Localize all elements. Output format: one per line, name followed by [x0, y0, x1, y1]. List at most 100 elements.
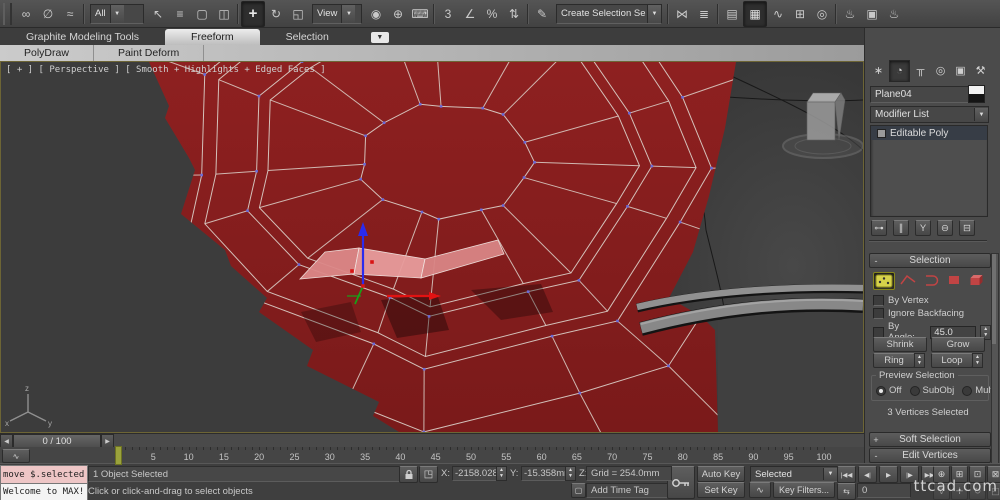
angle-snap-icon[interactable]: ∠: [459, 2, 481, 26]
spinner-snap-icon[interactable]: ⇅: [503, 2, 525, 26]
ring-button[interactable]: Ring: [873, 353, 915, 368]
keyboard-shortcut-override-icon[interactable]: ⌨: [409, 2, 431, 26]
shrink-button[interactable]: Shrink: [873, 337, 927, 352]
polygon-mode-icon[interactable]: [944, 272, 964, 288]
absolute-offset-toggle[interactable]: ◳: [419, 466, 438, 483]
panel-paint-deform[interactable]: Paint Deform: [94, 45, 205, 61]
key-filters-button[interactable]: Key Filters...: [773, 482, 835, 498]
key-mode-toggle[interactable]: ⇆: [837, 483, 856, 500]
track-bar[interactable]: 0510152025303540455055606570758085909510…: [0, 447, 864, 464]
viewport-canvas[interactable]: x y z: [1, 62, 863, 432]
next-frame-arrow-icon[interactable]: ▶: [101, 434, 114, 448]
preview-option-off[interactable]: Off: [876, 385, 902, 396]
maxscript-listener-input[interactable]: move $.selected: [0, 465, 88, 484]
selected-vertex[interactable]: [350, 269, 354, 273]
unlink-selection-icon[interactable]: ∅: [37, 2, 59, 26]
selection-filter-dropdown[interactable]: All ▼: [90, 3, 144, 24]
loop-button[interactable]: Loop: [931, 353, 973, 368]
tab-graphite-modeling-tools[interactable]: Graphite Modeling Tools: [0, 29, 165, 45]
rectangular-selection-region-icon[interactable]: ▢: [191, 2, 213, 26]
radio-icon[interactable]: [909, 385, 920, 396]
perspective-viewport[interactable]: x y z [ + ] [ Perspective ] [ Smooth + Hig…: [0, 61, 864, 433]
border-mode-icon[interactable]: [921, 272, 941, 288]
ribbon-minimize-icon[interactable]: ▼: [370, 32, 389, 43]
select-and-scale-icon[interactable]: ◱: [287, 2, 309, 26]
selected-vertex[interactable]: [361, 284, 365, 288]
align-icon[interactable]: ≣: [693, 2, 715, 26]
layer-manager-icon[interactable]: ▤: [721, 2, 743, 26]
pin-stack-icon[interactable]: ⊶: [871, 220, 887, 236]
rollout-soft-selection[interactable]: + Soft Selection: [869, 432, 991, 447]
go-to-start-button[interactable]: |◀◀: [837, 466, 856, 483]
select-and-manipulate-icon[interactable]: ⊕: [387, 2, 409, 26]
material-editor-icon[interactable]: ◎: [811, 2, 833, 26]
panel-polydraw[interactable]: PolyDraw: [0, 45, 94, 61]
by-vertex-checkbox[interactable]: [873, 295, 884, 306]
percent-snap-icon[interactable]: %: [481, 2, 503, 26]
tab-modify[interactable]: ◔: [889, 60, 910, 82]
selection-lock-button[interactable]: [399, 466, 418, 483]
tab-create[interactable]: ∗: [869, 60, 888, 80]
render-setup-icon[interactable]: ♨: [839, 2, 861, 26]
selected-vertex[interactable]: [370, 260, 374, 264]
mini-curve-editor-button[interactable]: ∿: [2, 449, 30, 463]
previous-frame-arrow-icon[interactable]: ◀: [0, 434, 13, 448]
select-by-name-icon[interactable]: ≡: [169, 2, 191, 26]
object-color-swatch[interactable]: [968, 85, 985, 103]
add-time-tag-field[interactable]: Add Time Tag: [586, 483, 672, 498]
radio-icon[interactable]: [962, 385, 973, 396]
y-coordinate-field[interactable]: -15.358mm: [521, 466, 569, 481]
select-and-move-icon[interactable]: +: [241, 0, 265, 27]
maxscript-listener-output[interactable]: Welcome to MAX!: [0, 483, 88, 500]
tab-freeform[interactable]: Freeform: [165, 29, 260, 45]
tab-display[interactable]: ▣: [951, 60, 970, 80]
use-pivot-point-center-icon[interactable]: ◉: [365, 2, 387, 26]
default-tangent-button[interactable]: ∿: [749, 482, 771, 498]
window-crossing-icon[interactable]: ◫: [213, 2, 235, 26]
rollout-edit-vertices[interactable]: - Edit Vertices: [869, 448, 991, 463]
auto-key-button[interactable]: Auto Key: [697, 466, 745, 482]
modifier-stack[interactable]: Editable Poly: [870, 125, 988, 217]
edit-named-selection-sets-icon[interactable]: ✎: [531, 2, 553, 26]
make-unique-icon[interactable]: Y: [915, 220, 931, 236]
x-spinner[interactable]: ▲ ▼: [496, 466, 507, 481]
by-vertex-row[interactable]: By Vertex: [873, 295, 929, 306]
current-frame-marker[interactable]: [115, 446, 122, 465]
element-mode-icon[interactable]: [967, 272, 987, 288]
ignore-backfacing-row[interactable]: Ignore Backfacing: [873, 308, 964, 319]
edge-mode-icon[interactable]: [898, 272, 918, 288]
show-end-result-icon[interactable]: ∥: [893, 220, 909, 236]
tab-hierarchy[interactable]: ╥: [911, 60, 930, 80]
curve-editor-icon[interactable]: ∿: [767, 2, 789, 26]
select-and-link-icon[interactable]: ∞: [15, 2, 37, 26]
preview-option-subobj[interactable]: SubObj: [909, 385, 954, 396]
tab-motion[interactable]: ◎: [931, 60, 950, 80]
x-coordinate-field[interactable]: -2158.028: [452, 466, 500, 481]
scrollbar-thumb[interactable]: [992, 254, 996, 344]
modifier-list-dropdown[interactable]: Modifier List ▼: [870, 106, 989, 123]
ignore-backfacing-checkbox[interactable]: [873, 308, 884, 319]
tab-selection[interactable]: Selection: [260, 29, 355, 45]
named-selection-set-dropdown[interactable]: Create Selection Se ▼: [556, 3, 662, 24]
ring-spinner[interactable]: ▲ ▼: [914, 353, 925, 368]
modifier-stack-item[interactable]: Editable Poly: [871, 126, 987, 140]
time-slider-handle[interactable]: 0 / 100: [13, 434, 101, 448]
schematic-view-icon[interactable]: ⊞: [789, 2, 811, 26]
vertex-mode-icon[interactable]: [873, 272, 895, 290]
grow-button[interactable]: Grow: [931, 337, 985, 352]
by-angle-checkbox[interactable]: [873, 326, 884, 338]
rollout-selection[interactable]: - Selection: [869, 253, 991, 268]
remove-modifier-icon[interactable]: ⊖: [937, 220, 953, 236]
tab-utilities[interactable]: ⚒: [971, 60, 990, 80]
reference-coordinate-dropdown[interactable]: View ▼: [312, 3, 362, 24]
mirror-icon[interactable]: ⋈: [671, 2, 693, 26]
set-key-button[interactable]: Set Key: [697, 482, 745, 498]
select-and-rotate-icon[interactable]: ↻: [265, 2, 287, 26]
configure-modifier-sets-icon[interactable]: ⊟: [959, 220, 975, 236]
viewport-label[interactable]: [ + ] [ Perspective ] [ Smooth + Highlig…: [6, 65, 326, 75]
render-production-icon[interactable]: ♨: [883, 2, 905, 26]
bind-to-space-warp-icon[interactable]: ≈: [59, 2, 81, 26]
graphite-ribbon-toggle-icon[interactable]: ▦: [743, 0, 767, 27]
radio-icon[interactable]: [876, 385, 886, 396]
rendered-frame-window-icon[interactable]: ▣: [861, 2, 883, 26]
